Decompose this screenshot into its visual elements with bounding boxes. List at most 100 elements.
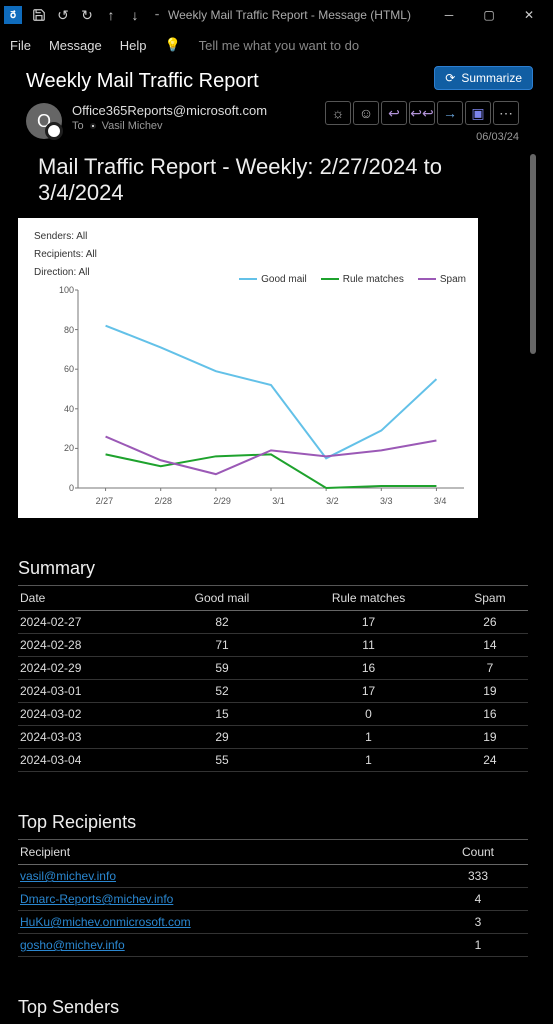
lightbulb-icon[interactable]: 💡 <box>164 37 180 53</box>
menu-bar: File Message Help 💡 Tell me what you wan… <box>0 30 553 60</box>
cell-good: 29 <box>159 726 285 749</box>
legend-spam: Spam <box>440 274 466 285</box>
y-tick: 80 <box>64 325 74 335</box>
teams-icon[interactable]: ▣ <box>465 101 491 125</box>
sender-avatar[interactable]: O <box>26 103 62 139</box>
cell-rule: 1 <box>285 726 452 749</box>
cell-date: 2024-02-28 <box>18 634 159 657</box>
recipient-link[interactable]: HuKu@michev.onmicrosoft.com <box>20 915 191 929</box>
message-header: O Office365Reports@microsoft.com To Vasi… <box>26 103 523 139</box>
menu-message[interactable]: Message <box>49 38 102 53</box>
table-row: 2024-02-27 82 17 26 <box>18 611 528 634</box>
title-bar: o⃗ ↺ ↻ ↑ ↓ ⁃ Weekly Mail Traffic Report … <box>0 0 553 30</box>
chart-filters: Senders: All Recipients: All Direction: … <box>34 228 97 282</box>
cell-date: 2024-02-29 <box>18 657 159 680</box>
filter-direction: Direction: All <box>34 264 97 282</box>
cell-count: 1 <box>428 934 528 957</box>
tell-me-input[interactable]: Tell me what you want to do <box>199 38 359 53</box>
top-senders-heading: Top Senders <box>18 997 528 1018</box>
x-tick: 3/1 <box>272 496 285 506</box>
separator: ⁃ <box>154 8 160 22</box>
from-block: Office365Reports@microsoft.com To Vasil … <box>72 103 267 132</box>
reply-icon[interactable]: ↩ <box>381 101 407 125</box>
summarize-button[interactable]: Summarize <box>434 66 533 90</box>
cell-date: 2024-03-01 <box>18 680 159 703</box>
x-tick: 3/2 <box>326 496 339 506</box>
chart-legend: Good mail Rule matches Spam <box>239 274 466 285</box>
cell-spam: 26 <box>452 611 528 634</box>
summarize-label: Summarize <box>461 71 522 85</box>
table-row: 2024-02-28 71 11 14 <box>18 634 528 657</box>
table-row: HuKu@michev.onmicrosoft.com 3 <box>18 911 528 934</box>
cell-date: 2024-03-02 <box>18 703 159 726</box>
cell-count: 3 <box>428 911 528 934</box>
y-axis: 020406080100 <box>48 290 78 488</box>
cell-good: 71 <box>159 634 285 657</box>
minimize-button[interactable]: ─ <box>429 0 469 30</box>
table-row: 2024-03-03 29 1 19 <box>18 726 528 749</box>
sun-icon[interactable]: ☼ <box>325 101 351 125</box>
cell-rule: 17 <box>285 611 452 634</box>
more-icon[interactable]: ⋯ <box>493 101 519 125</box>
table-row: gosho@michev.info 1 <box>18 934 528 957</box>
col-good: Good mail <box>159 586 285 611</box>
table-row: 2024-03-04 55 1 24 <box>18 749 528 772</box>
menu-help[interactable]: Help <box>120 38 147 53</box>
col-recipient: Recipient <box>18 840 428 865</box>
menu-file[interactable]: File <box>10 38 31 53</box>
table-row: 2024-03-02 15 0 16 <box>18 703 528 726</box>
traffic-chart: Senders: All Recipients: All Direction: … <box>18 218 478 518</box>
to-name[interactable]: Vasil Michev <box>102 120 163 132</box>
recipient-link[interactable]: Dmarc-Reports@michev.info <box>20 892 173 906</box>
undo-icon[interactable]: ↺ <box>52 4 74 26</box>
top-recipients-table: Recipient Count vasil@michev.info 333Dma… <box>18 839 528 957</box>
series-line <box>106 326 437 459</box>
report-title: Mail Traffic Report - Weekly: 2/27/2024 … <box>38 154 528 206</box>
cell-spam: 7 <box>452 657 528 680</box>
summary-heading: Summary <box>18 558 528 579</box>
cell-rule: 17 <box>285 680 452 703</box>
y-tick: 20 <box>64 443 74 453</box>
cell-spam: 16 <box>452 703 528 726</box>
table-row: Dmarc-Reports@michev.info 4 <box>18 888 528 911</box>
cell-recipient: vasil@michev.info <box>18 865 428 888</box>
recipient-link[interactable]: vasil@michev.info <box>20 869 116 883</box>
top-recipients-heading: Top Recipients <box>18 812 528 833</box>
x-axis: 2/272/282/293/13/23/33/4 <box>78 496 464 506</box>
col-count: Count <box>428 840 528 865</box>
quick-access-toolbar: ↺ ↻ ↑ ↓ <box>28 4 146 26</box>
y-tick: 0 <box>69 483 74 493</box>
cell-rule: 0 <box>285 703 452 726</box>
recipient-link[interactable]: gosho@michev.info <box>20 938 125 952</box>
reply-all-icon[interactable]: ↩↩ <box>409 101 435 125</box>
cell-spam: 14 <box>452 634 528 657</box>
y-tick: 100 <box>59 285 74 295</box>
y-tick: 60 <box>64 364 74 374</box>
message-body: Mail Traffic Report - Weekly: 2/27/2024 … <box>18 154 528 1019</box>
cell-good: 55 <box>159 749 285 772</box>
cell-spam: 24 <box>452 749 528 772</box>
x-tick: 2/29 <box>213 496 231 506</box>
down-arrow-icon[interactable]: ↓ <box>124 4 146 26</box>
col-date: Date <box>18 586 159 611</box>
x-tick: 2/27 <box>96 496 114 506</box>
cell-count: 4 <box>428 888 528 911</box>
cell-good: 52 <box>159 680 285 703</box>
cell-good: 15 <box>159 703 285 726</box>
redo-icon[interactable]: ↻ <box>76 4 98 26</box>
scrollbar[interactable] <box>530 154 536 354</box>
close-button[interactable]: ✕ <box>509 0 549 30</box>
save-icon[interactable] <box>28 4 50 26</box>
cell-date: 2024-02-27 <box>18 611 159 634</box>
smiley-icon[interactable]: ☺ <box>353 101 379 125</box>
col-spam: Spam <box>452 586 528 611</box>
x-tick: 2/28 <box>154 496 172 506</box>
cell-rule: 16 <box>285 657 452 680</box>
chart-axes: 020406080100 2/272/282/293/13/23/33/4 <box>48 290 464 488</box>
table-row: 2024-02-29 59 16 7 <box>18 657 528 680</box>
window-title: Weekly Mail Traffic Report - Message (HT… <box>168 8 411 22</box>
from-address[interactable]: Office365Reports@microsoft.com <box>72 103 267 118</box>
up-arrow-icon[interactable]: ↑ <box>100 4 122 26</box>
forward-icon[interactable]: → <box>437 101 463 125</box>
maximize-button[interactable]: ▢ <box>469 0 509 30</box>
